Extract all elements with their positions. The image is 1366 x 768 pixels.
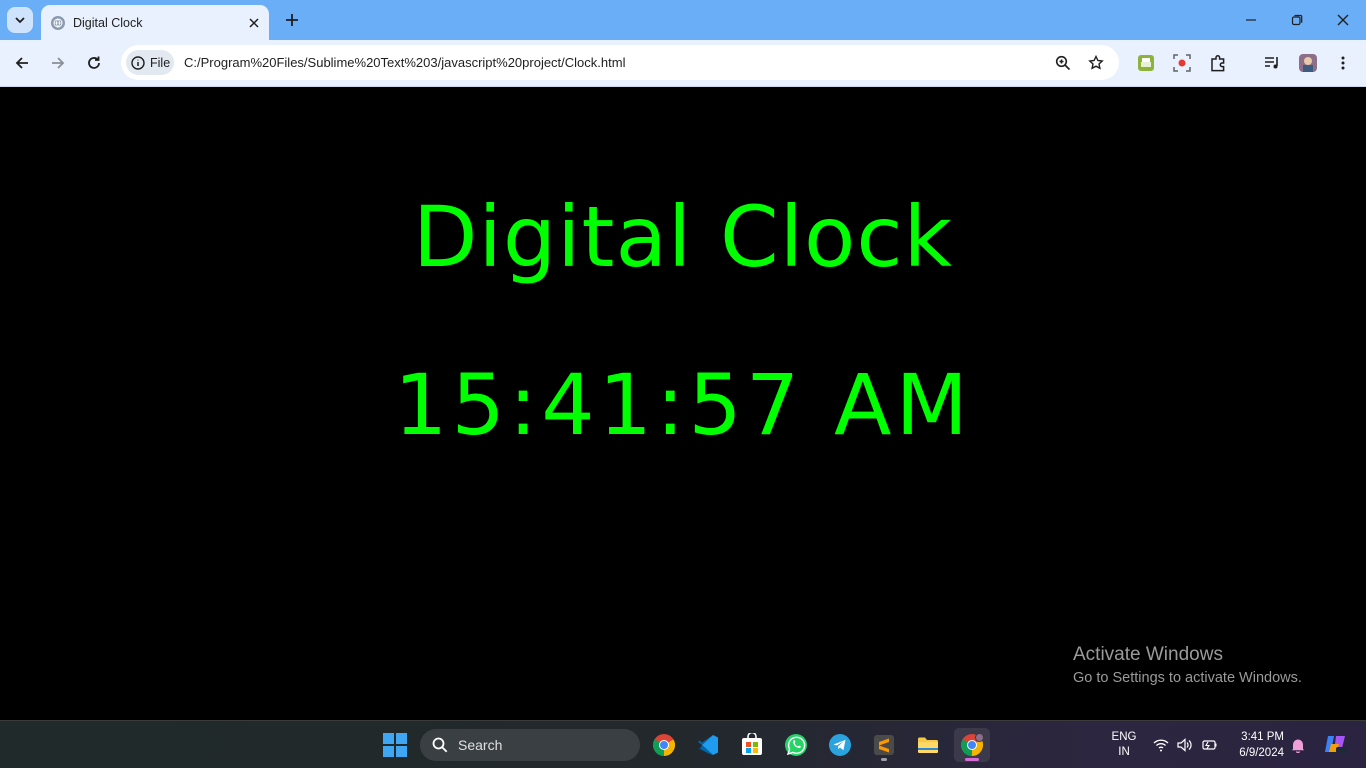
back-button[interactable]	[10, 51, 34, 75]
chevron-down-icon	[15, 17, 25, 24]
lang-code: ENG	[1111, 731, 1137, 743]
clock-tray[interactable]: 3:41 PM 6/9/2024	[1224, 729, 1284, 761]
clock-display: 15:41:57 AM	[394, 356, 972, 454]
windows-logo-icon	[383, 733, 407, 757]
sublime-text-icon[interactable]	[866, 728, 902, 762]
telegram-icon[interactable]	[822, 728, 858, 762]
site-info-chip[interactable]: File	[126, 50, 174, 75]
more-menu-icon[interactable]	[1332, 52, 1354, 74]
media-control-icon[interactable]	[1261, 52, 1283, 74]
plus-icon	[286, 14, 298, 26]
start-button[interactable]	[383, 733, 407, 757]
bookmark-star-icon[interactable]	[1086, 53, 1106, 73]
arrow-right-icon	[52, 57, 65, 69]
extensions-puzzle-icon[interactable]	[1207, 52, 1229, 74]
browser-toolbar: File C:/Program%20Files/Sublime%20Text%2…	[0, 40, 1366, 111]
whatsapp-icon[interactable]	[778, 728, 814, 762]
active-indicator	[965, 758, 979, 761]
search-icon	[432, 737, 448, 753]
store-icon[interactable]	[734, 728, 770, 762]
page-content: Digital Clock 15:41:57 AM Activate Windo…	[0, 88, 1366, 720]
zoom-icon[interactable]	[1053, 53, 1073, 73]
minimize-button[interactable]	[1228, 0, 1274, 40]
close-window-button[interactable]	[1320, 0, 1366, 40]
input-language[interactable]: ENG IN	[1108, 730, 1140, 760]
close-tab-icon[interactable]	[245, 14, 263, 32]
notification-bell-icon[interactable]	[1289, 736, 1307, 754]
running-indicator	[881, 758, 887, 761]
globe-icon	[51, 15, 65, 30]
restore-icon	[1291, 14, 1303, 26]
file-chip-label: File	[150, 55, 171, 70]
reload-button[interactable]	[82, 51, 106, 75]
chrome-icon[interactable]	[646, 728, 682, 762]
extension-printer-icon[interactable]	[1135, 52, 1157, 74]
file-explorer-icon[interactable]	[910, 728, 946, 762]
wifi-icon[interactable]	[1152, 736, 1170, 754]
search-placeholder: Search	[458, 737, 503, 753]
tab-title: Digital Clock	[73, 15, 143, 30]
tray-date: 6/9/2024	[1239, 747, 1284, 759]
lang-region: IN	[1118, 746, 1130, 758]
screen-recorder-icon[interactable]	[1171, 52, 1193, 74]
minimize-icon	[1246, 19, 1256, 21]
page-heading: Digital Clock	[412, 188, 954, 286]
taskbar: Search ENG IN 3:41 PM 6/9/2024	[0, 720, 1366, 768]
tab-digital-clock[interactable]: Digital Clock	[41, 5, 269, 40]
arrow-left-icon	[15, 57, 28, 69]
close-icon	[1337, 14, 1349, 26]
taskbar-search[interactable]: Search	[420, 729, 640, 761]
copilot-icon[interactable]	[1323, 731, 1347, 757]
forward-button[interactable]	[46, 51, 70, 75]
chrome-profile-icon[interactable]	[954, 728, 990, 762]
watermark-title: Activate Windows	[1073, 644, 1223, 665]
tab-strip: Digital Clock	[0, 0, 1366, 40]
address-bar[interactable]: File C:/Program%20Files/Sublime%20Text%2…	[121, 45, 1119, 80]
activate-windows-watermark: Activate Windows Go to Settings to activ…	[1073, 644, 1302, 686]
vscode-icon[interactable]	[690, 728, 726, 762]
watermark-subtitle: Go to Settings to activate Windows.	[1073, 670, 1302, 686]
new-tab-button[interactable]	[282, 10, 302, 30]
tray-time: 3:41 PM	[1241, 731, 1284, 743]
profile-avatar-icon[interactable]	[1297, 52, 1319, 74]
reload-icon	[88, 56, 100, 69]
restore-button[interactable]	[1274, 0, 1320, 40]
url-text[interactable]: C:/Program%20Files/Sublime%20Text%203/ja…	[184, 55, 625, 70]
volume-icon[interactable]	[1175, 736, 1193, 754]
tab-search-button[interactable]	[7, 7, 33, 33]
info-icon	[131, 55, 145, 70]
battery-icon[interactable]	[1200, 736, 1218, 754]
